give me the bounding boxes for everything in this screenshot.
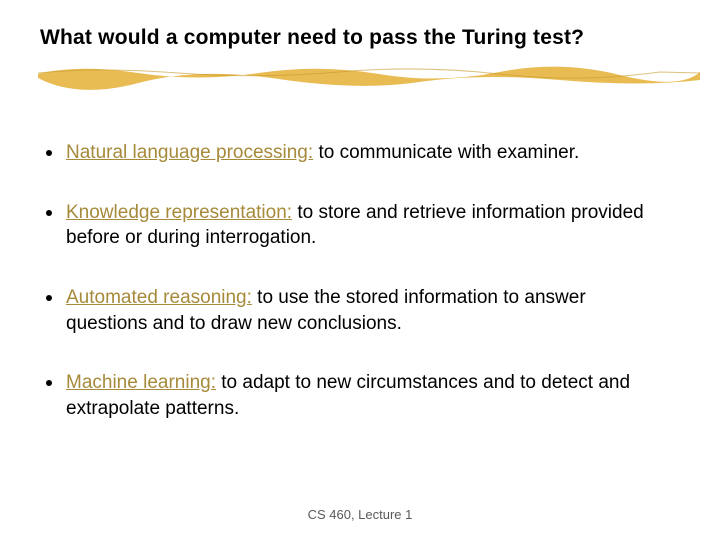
bullet-term: Knowledge representation: xyxy=(66,202,292,223)
bullet-icon xyxy=(46,150,52,156)
bullet-text: Automated reasoning: to use the stored i… xyxy=(66,285,670,336)
slide: What would a computer need to pass the T… xyxy=(0,0,720,540)
list-item: Knowledge representation: to store and r… xyxy=(46,200,670,251)
bullet-text: Machine learning: to adapt to new circum… xyxy=(66,370,670,421)
bullet-rest: to communicate with examiner. xyxy=(313,142,579,163)
bullet-icon xyxy=(46,380,52,386)
bullet-text: Knowledge representation: to store and r… xyxy=(66,200,670,251)
bullet-term: Automated reasoning: xyxy=(66,287,252,308)
slide-footer: CS 460, Lecture 1 xyxy=(0,507,720,522)
bullet-text: Natural language processing: to communic… xyxy=(66,140,670,166)
bullet-icon xyxy=(46,210,52,216)
bullet-list: Natural language processing: to communic… xyxy=(46,140,670,455)
list-item: Automated reasoning: to use the stored i… xyxy=(46,285,670,336)
title-underline xyxy=(38,60,700,90)
list-item: Machine learning: to adapt to new circum… xyxy=(46,370,670,421)
bullet-term: Machine learning: xyxy=(66,372,216,393)
bullet-icon xyxy=(46,295,52,301)
slide-title: What would a computer need to pass the T… xyxy=(40,26,680,50)
bullet-term: Natural language processing: xyxy=(66,142,313,163)
list-item: Natural language processing: to communic… xyxy=(46,140,670,166)
